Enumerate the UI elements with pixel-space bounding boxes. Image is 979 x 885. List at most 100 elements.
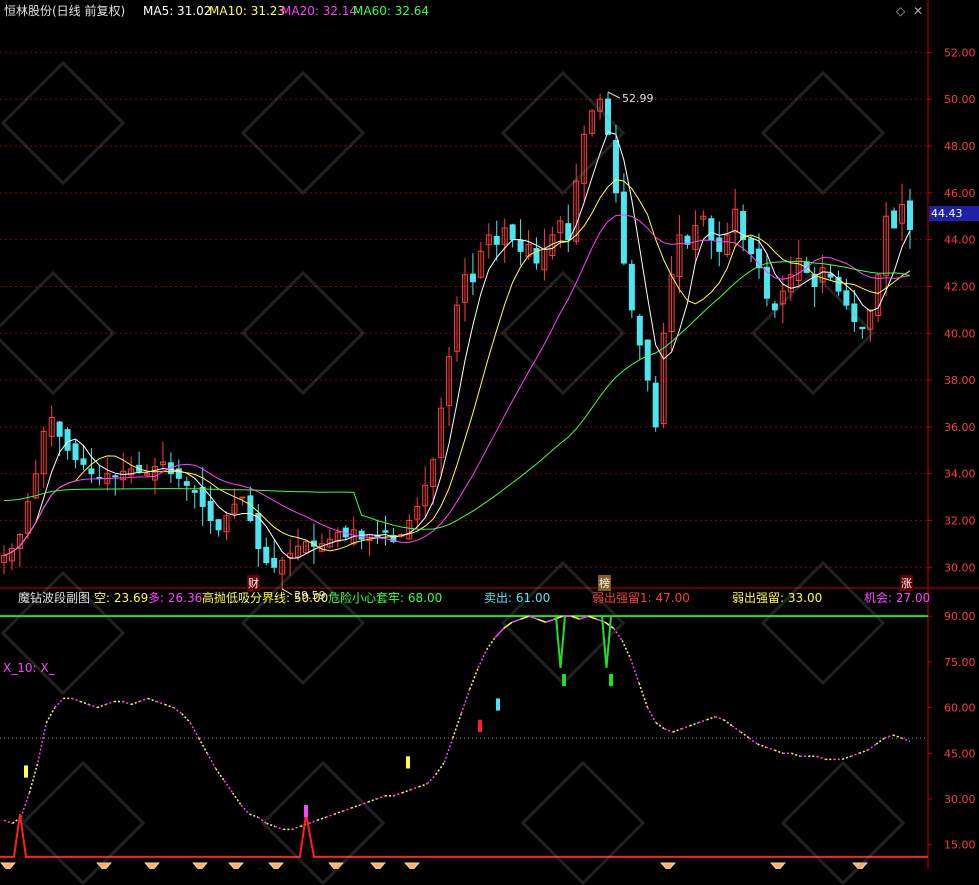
indicator-title: 魔钻波段副图 bbox=[18, 590, 90, 606]
indicator-seg-55 bbox=[461, 689, 469, 713]
candle-body-77 bbox=[613, 141, 618, 193]
signal-bar-0 bbox=[24, 765, 28, 777]
indicator-seg-25 bbox=[207, 753, 215, 768]
indicator-seg-83 bbox=[698, 720, 706, 723]
marker-zhang[interactable]: 涨 bbox=[900, 575, 913, 591]
high-annotation-label: 52.99 bbox=[622, 92, 654, 105]
candle-body-89 bbox=[709, 219, 714, 240]
indicator-seg-16 bbox=[131, 701, 139, 704]
candle-body-12 bbox=[97, 477, 102, 478]
candle-body-78 bbox=[621, 192, 626, 263]
candle-body-79 bbox=[629, 264, 634, 309]
marker-bang[interactable]: 榜 bbox=[598, 575, 611, 591]
candle-body-8 bbox=[65, 430, 70, 451]
signal-bar-2 bbox=[406, 756, 410, 768]
indicator-seg-44 bbox=[368, 799, 376, 802]
high-annotation-line bbox=[608, 92, 620, 98]
candle-body-14 bbox=[113, 476, 118, 477]
indicator-seg-90 bbox=[758, 744, 766, 747]
ma60-label: MA60: 32.64 bbox=[353, 3, 429, 19]
indicator-seg-59 bbox=[495, 628, 503, 637]
gem-icon-5 bbox=[269, 863, 283, 869]
duo-label: 多: 26.36 bbox=[148, 590, 202, 606]
marker-cai[interactable]: 财 bbox=[247, 575, 260, 591]
indicator-seg-29 bbox=[241, 805, 249, 814]
indicator-seg-84 bbox=[707, 717, 715, 720]
main-tick-label-1: 32.00 bbox=[944, 514, 976, 527]
candle-body-64 bbox=[510, 225, 515, 240]
main-tick-label-7: 44.00 bbox=[944, 234, 976, 247]
candle-body-33 bbox=[264, 547, 269, 562]
candle-body-26 bbox=[208, 501, 213, 520]
candle-body-114 bbox=[908, 201, 913, 230]
maichu-label: 卖出: 61.00 bbox=[484, 590, 550, 606]
indicator-seg-75 bbox=[631, 659, 639, 683]
indicator-seg-82 bbox=[690, 723, 698, 726]
gem-icon-4 bbox=[229, 863, 243, 869]
candle-body-82 bbox=[653, 383, 658, 427]
indicator-seg-53 bbox=[444, 738, 452, 762]
indicator-seg-1 bbox=[4, 820, 12, 823]
candle-body-90 bbox=[717, 238, 722, 251]
signal-bar-6 bbox=[609, 674, 613, 686]
ind-tick-label-3: 60.00 bbox=[944, 702, 976, 715]
current-price-box: 44.43 bbox=[929, 206, 979, 221]
indicator-seg-57 bbox=[478, 650, 486, 668]
indicator-seg-91 bbox=[766, 747, 774, 750]
indicator-seg-11 bbox=[89, 705, 97, 708]
candle-body-81 bbox=[645, 340, 650, 380]
main-tick-label-4: 38.00 bbox=[944, 374, 976, 387]
main-tick-label-6: 42.00 bbox=[944, 280, 976, 293]
indicator-seg-27 bbox=[224, 781, 232, 793]
indicator-seg-89 bbox=[749, 738, 757, 744]
indicator-seg-12 bbox=[97, 705, 105, 708]
ind-tick-label-0: 15.00 bbox=[944, 839, 976, 852]
indicator-seg-3 bbox=[21, 793, 29, 817]
indicator-seg-100 bbox=[842, 756, 850, 759]
candle-body-80 bbox=[637, 316, 642, 345]
main-tick-label-11: 52.00 bbox=[944, 46, 976, 59]
indicator-seg-77 bbox=[648, 708, 656, 723]
ind-tick-label-1: 30.00 bbox=[944, 793, 976, 806]
indicator-seg-79 bbox=[664, 729, 672, 732]
candle-body-24 bbox=[192, 491, 197, 493]
main-tick-label-8: 46.00 bbox=[944, 187, 976, 200]
gem-icon-2 bbox=[145, 863, 159, 869]
gem-icon-3 bbox=[193, 863, 207, 869]
main-tick-label-9: 48.00 bbox=[944, 140, 976, 153]
indicator-seg-74 bbox=[622, 641, 630, 659]
ma10-line bbox=[4, 180, 910, 556]
indicator-seg-48 bbox=[402, 790, 410, 793]
close-icon[interactable]: ✕ bbox=[913, 3, 923, 19]
ruochu1-label: 弱出强留1: 47.00 bbox=[592, 590, 690, 606]
indicator-seg-87 bbox=[732, 726, 740, 732]
weixian-label: 危险小心套牢: 68.00 bbox=[328, 590, 442, 606]
candle-body-10 bbox=[81, 459, 86, 464]
candle-body-27 bbox=[216, 520, 221, 530]
gem-icon-7 bbox=[371, 863, 385, 869]
main-tick-label-2: 34.00 bbox=[944, 468, 976, 481]
candle-body-23 bbox=[184, 482, 189, 486]
gem-icon-10 bbox=[771, 863, 785, 869]
ma20-line bbox=[4, 215, 910, 556]
gem-icon-8 bbox=[405, 863, 419, 869]
candle-body-11 bbox=[89, 469, 94, 474]
indicator-seg-18 bbox=[148, 698, 156, 701]
indicator-seg-4 bbox=[29, 762, 37, 792]
indicator-seg-15 bbox=[123, 701, 131, 704]
indicator-x10-label: X_10: X_ bbox=[3, 661, 55, 675]
indicator-seg-6 bbox=[46, 708, 54, 723]
indicator-seg-76 bbox=[639, 683, 647, 707]
indicator-seg-21 bbox=[173, 708, 181, 714]
ma10-label: MA10: 31.23 bbox=[209, 3, 285, 19]
signal-bar-4 bbox=[496, 698, 500, 710]
indicator-seg-50 bbox=[419, 784, 427, 787]
indicator-seg-85 bbox=[715, 717, 723, 720]
stock-title: 恒林股份(日线 前复权) bbox=[4, 3, 125, 19]
main-tick-label-5: 40.00 bbox=[944, 327, 976, 340]
diamond-icon[interactable]: ◇ bbox=[896, 3, 905, 19]
gaopao-label: 高抛低吸分界线: 50.00 bbox=[202, 590, 328, 606]
indicator-seg-26 bbox=[216, 768, 224, 780]
indicator-seg-24 bbox=[199, 738, 207, 753]
indicator-seg-5 bbox=[38, 723, 46, 763]
